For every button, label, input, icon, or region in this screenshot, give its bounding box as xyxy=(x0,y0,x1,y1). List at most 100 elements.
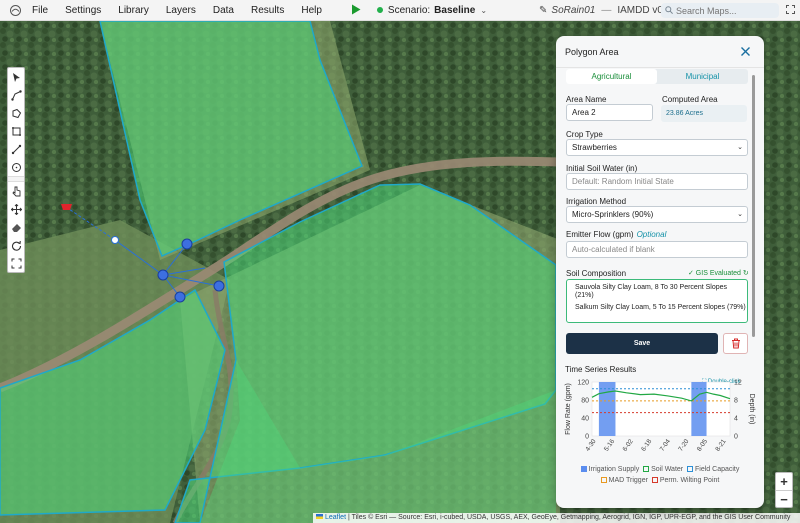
initial-soil-water-input[interactable]: Default: Random Initial State xyxy=(566,173,748,190)
soil-item: Sauvola Silty Clay Loam, 8 To 30 Percent… xyxy=(575,284,728,299)
run-button[interactable] xyxy=(351,4,363,16)
chevron-down-icon: ⌄ xyxy=(737,211,743,218)
title-separator: — xyxy=(601,4,612,16)
zoom-in-button[interactable]: + xyxy=(776,473,792,490)
menu-settings[interactable]: Settings xyxy=(65,5,101,16)
fullscreen-icon[interactable] xyxy=(786,5,795,14)
x-tick-label: 5-16 xyxy=(603,438,616,453)
menu-bar: File Settings Library Layers Data Result… xyxy=(0,0,800,21)
gis-status-text: ✓ GIS Evaluated xyxy=(688,270,741,277)
move-icon xyxy=(10,203,22,215)
select-tool[interactable] xyxy=(8,68,24,86)
rectangle-icon xyxy=(11,126,21,136)
pipe-node[interactable] xyxy=(157,269,169,281)
close-icon[interactable] xyxy=(740,46,751,57)
area-name-label: Area Name xyxy=(566,95,607,104)
legend-swatch-field-capacity xyxy=(687,466,694,472)
y-right-tick-label: 12 xyxy=(734,380,742,387)
emitter-flow-placeholder: Auto-calculated if blank xyxy=(572,245,655,254)
erase-tool[interactable] xyxy=(8,218,24,236)
leaflet-link[interactable]: Leaflet xyxy=(325,514,346,521)
draw-rectangle-tool[interactable] xyxy=(8,122,24,140)
x-tick-label: 8-21 xyxy=(714,438,727,453)
search-maps[interactable] xyxy=(661,3,779,18)
tab-agricultural[interactable]: Agricultural xyxy=(566,69,657,84)
y-left-tick-label: 80 xyxy=(581,398,589,405)
edit-tool[interactable] xyxy=(8,182,24,200)
add-node-marker[interactable] xyxy=(111,236,119,244)
scenario-selector[interactable]: Scenario: Baseline ⌄ xyxy=(376,4,488,16)
y-right-tick-label: 0 xyxy=(734,434,738,441)
legend-soil-water: Soil Water xyxy=(651,466,684,473)
draw-circle-tool[interactable] xyxy=(8,158,24,176)
legend-swatch-irrigation xyxy=(580,466,587,472)
menu-help[interactable]: Help xyxy=(301,5,322,16)
fit-bounds-tool[interactable] xyxy=(8,254,24,272)
computed-area-label: Computed Area xyxy=(662,95,718,104)
crop-type-value: Strawberries xyxy=(572,143,617,152)
project-name[interactable]: SoRain01 xyxy=(551,5,595,16)
y-right-tick-label: 8 xyxy=(734,398,738,405)
delete-button[interactable] xyxy=(723,333,748,354)
expand-icon xyxy=(11,258,21,268)
optional-tag: Optional xyxy=(636,230,667,239)
zoom-out-button[interactable]: − xyxy=(776,490,792,507)
rotate-tool[interactable] xyxy=(8,236,24,254)
edit-icon[interactable]: ✎ xyxy=(539,5,547,16)
y-left-axis-label: Flow Rate (gpm) xyxy=(565,383,572,435)
scenario-label: Scenario: xyxy=(387,4,431,16)
draw-polygon-tool[interactable] xyxy=(8,104,24,122)
chevron-down-icon: ⌄ xyxy=(480,5,488,15)
refresh-icon[interactable]: ↻ xyxy=(743,270,749,277)
ukraine-flag-icon xyxy=(316,514,323,519)
x-tick-label: 7-20 xyxy=(677,438,690,453)
legend-perm-wilting-point: Perm. Wilting Point xyxy=(659,477,720,484)
y-right-tick-label: 4 xyxy=(734,416,738,423)
pipe-node[interactable] xyxy=(181,238,193,250)
tab-municipal[interactable]: Municipal xyxy=(657,69,748,84)
save-button[interactable]: Save xyxy=(566,333,718,354)
menu-file[interactable]: File xyxy=(32,5,48,16)
menu-results[interactable]: Results xyxy=(251,5,284,16)
play-icon xyxy=(351,4,361,15)
pipe-node[interactable] xyxy=(174,291,186,303)
area-type-tabs: Agricultural Municipal xyxy=(566,69,748,84)
x-tick-label: 8-05 xyxy=(696,438,709,453)
cursor-icon xyxy=(12,72,20,82)
irrigation-bar xyxy=(598,382,616,436)
initial-soil-water-label: Initial Soil Water (in) xyxy=(566,164,638,173)
menu-library[interactable]: Library xyxy=(118,5,149,16)
search-input[interactable] xyxy=(676,5,771,16)
irrigation-method-select[interactable]: Micro-Sprinklers (90%) ⌄ xyxy=(566,206,748,223)
legend-mad-trigger: MAD Trigger xyxy=(608,477,648,484)
panel-title: Polygon Area xyxy=(565,46,619,57)
draw-polyline-tool[interactable] xyxy=(8,86,24,104)
crop-type-select[interactable]: Strawberries ⌄ xyxy=(566,139,748,156)
circle-icon xyxy=(11,162,21,172)
gis-evaluated-status: ✓ GIS Evaluated ↻ xyxy=(688,269,749,277)
chart-legend-row-2: MAD Trigger Perm. Wilting Point xyxy=(556,477,764,484)
soil-composition-list[interactable]: Sauvola Silty Clay Loam, 8 To 30 Percent… xyxy=(566,279,748,323)
time-series-chart[interactable]: 04080120048124-30 5-16 6-02 6-18 7-04 7-20 8-0… xyxy=(560,374,760,504)
pipe-node[interactable] xyxy=(213,280,225,292)
emitter-flow-label: Emitter Flow (gpm) Optional xyxy=(566,230,666,239)
eraser-icon xyxy=(11,223,21,232)
y-left-tick-label: 120 xyxy=(577,380,589,387)
menu-data[interactable]: Data xyxy=(213,5,234,16)
drawing-toolbar xyxy=(7,67,25,273)
emitter-flow-input[interactable]: Auto-calculated if blank xyxy=(566,241,748,258)
rotate-icon xyxy=(11,240,21,251)
panel-scrollbar[interactable] xyxy=(752,75,755,337)
polyline-icon xyxy=(10,89,22,101)
trash-icon xyxy=(731,338,740,349)
computed-area-value: 23.86 Acres xyxy=(661,105,747,122)
chart-legend-row-1: Irrigation Supply Soil Water Field Capac… xyxy=(556,466,764,473)
legend-irrigation-supply: Irrigation Supply xyxy=(588,466,640,473)
area-name-input[interactable]: Area 2 xyxy=(566,104,653,121)
move-tool[interactable] xyxy=(8,200,24,218)
menu-layers[interactable]: Layers xyxy=(166,5,196,16)
soil-composition-label: Soil Composition xyxy=(566,269,627,278)
scenario-status-dot xyxy=(376,7,383,13)
draw-line-tool[interactable] xyxy=(8,140,24,158)
map-attribution: Leaflet | Tiles © Esri — Source: Esri, i… xyxy=(313,513,800,523)
